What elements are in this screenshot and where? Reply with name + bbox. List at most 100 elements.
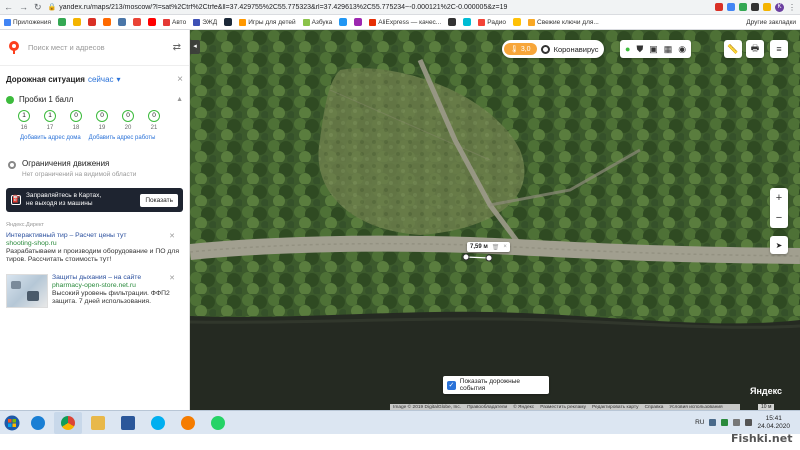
- bookmark-icon[interactable]: [73, 18, 82, 26]
- reload-icon[interactable]: ↻: [34, 2, 42, 13]
- bookmark-azbuka[interactable]: Азбука: [302, 18, 332, 26]
- add-work-link[interactable]: Добавить адрес работы: [89, 135, 156, 141]
- url-field[interactable]: yandex.ru/maps/213/moscow/?l=sat%2Ctrf%2…: [59, 4, 619, 11]
- taskbar-app-skype[interactable]: [144, 412, 172, 434]
- forward-icon[interactable]: →: [19, 2, 28, 13]
- bookmark-icon[interactable]: [118, 18, 127, 26]
- browser-address-bar: ← → ↻ 🔒 yandex.ru/maps/213/moscow/?l=sat…: [0, 0, 800, 15]
- close-icon[interactable]: ×: [177, 74, 183, 85]
- trash-icon[interactable]: 🗑: [492, 244, 500, 251]
- chevron-up-icon[interactable]: ▲: [176, 96, 183, 103]
- menu-control: ≡: [770, 40, 788, 58]
- ad-item[interactable]: Защиты дыхания – на сайте pharmacy-open-…: [0, 264, 189, 308]
- print-button[interactable]: 🖶: [746, 40, 764, 58]
- add-home-link[interactable]: Добавить адрес дома: [20, 135, 81, 141]
- route-icon[interactable]: ⇄: [173, 42, 181, 53]
- bookmark-icon[interactable]: [88, 18, 97, 26]
- bookmark-apps[interactable]: Приложения: [4, 18, 51, 26]
- traffic-layer-icon[interactable]: ●: [625, 44, 630, 54]
- taskbar-app-whatsapp[interactable]: [204, 412, 232, 434]
- extension-icon[interactable]: [727, 3, 735, 11]
- restrictions-section[interactable]: Ограничения движения Нет ограничений на …: [0, 141, 189, 178]
- ad-title[interactable]: Защиты дыхания – на сайте: [52, 274, 183, 281]
- menu-button[interactable]: ≡: [770, 40, 788, 58]
- search-input[interactable]: Поиск мест и адресов: [28, 43, 165, 52]
- tray-icon[interactable]: [721, 419, 729, 426]
- bookmark-kids-games[interactable]: Игры для детей: [239, 18, 296, 26]
- bookmark-icon[interactable]: [103, 18, 112, 26]
- traffic-time-select[interactable]: сейчас: [88, 75, 114, 84]
- traffic-title: Дорожная ситуация: [6, 75, 85, 84]
- windows-logo-icon: [4, 415, 20, 430]
- zoom-in-button[interactable]: +: [776, 192, 782, 204]
- ad-url[interactable]: pharmacy-open-store.net.ru: [52, 282, 183, 289]
- bookmark-icon[interactable]: [448, 18, 457, 26]
- ruler-button[interactable]: 📏: [724, 40, 742, 58]
- weather-button[interactable]: 🌡 3,0: [504, 43, 537, 55]
- keyboard-language[interactable]: RU: [695, 419, 704, 426]
- checkbox[interactable]: ✓: [447, 380, 456, 390]
- bookmarks-bar: Приложения Авто ЭЖД Игры для детей Азбук…: [0, 15, 800, 30]
- extension-icon[interactable]: [715, 3, 723, 11]
- profile-avatar[interactable]: K: [775, 2, 784, 12]
- show-events-label: Показать дорожные события: [459, 378, 520, 392]
- start-button[interactable]: [2, 413, 22, 433]
- bookmark-aliexpress[interactable]: AliExpress — качес...: [369, 18, 441, 26]
- extension-icon[interactable]: [739, 3, 747, 11]
- ads-label: Яндекс.Директ: [6, 222, 44, 228]
- parking-icon[interactable]: ◉: [678, 44, 686, 55]
- extension-icon[interactable]: [763, 3, 771, 11]
- tray-icon[interactable]: [709, 419, 717, 426]
- ad-image[interactable]: [6, 274, 48, 308]
- bookmark-icon[interactable]: [339, 18, 348, 26]
- panorama-icon[interactable]: ⛊: [636, 44, 643, 55]
- bookmark-radio[interactable]: Радио: [478, 18, 506, 26]
- bookmark-keys[interactable]: Свежие ключи для...: [528, 18, 599, 26]
- whatsapp-icon: [211, 415, 225, 430]
- locate-button[interactable]: ➤: [770, 236, 788, 254]
- lock-icon[interactable]: 🔒: [48, 3, 57, 11]
- satellite-map[interactable]: [190, 30, 800, 410]
- close-icon[interactable]: ×: [503, 244, 507, 250]
- ad-url[interactable]: shooting-shop.ru: [6, 240, 183, 247]
- bookmark-icon[interactable]: [463, 18, 472, 26]
- bookmark-icon[interactable]: [354, 18, 363, 26]
- collapse-panel-button[interactable]: ◂: [190, 40, 200, 54]
- extension-icon[interactable]: [751, 3, 759, 11]
- transit-icon[interactable]: ▣: [649, 44, 658, 55]
- weather-icon: 🌡: [510, 46, 519, 53]
- other-bookmarks[interactable]: Другие закладки: [744, 19, 796, 26]
- bus-icon[interactable]: ▦: [664, 44, 673, 55]
- taskbar-app-player[interactable]: [174, 412, 202, 434]
- taskbar-app-chrome[interactable]: [54, 411, 82, 434]
- ad-item[interactable]: Интерактивный тир – Расчет цены тут shoo…: [0, 228, 189, 264]
- bookmark-icon[interactable]: [224, 18, 233, 26]
- bookmark-icon[interactable]: [513, 18, 522, 26]
- traffic-level[interactable]: Пробки 1 балл ▲: [0, 85, 189, 104]
- taskbar-app-explorer[interactable]: [84, 412, 112, 434]
- promo-show-button[interactable]: Показать: [140, 193, 178, 207]
- taskbar-app-word[interactable]: [114, 412, 142, 434]
- bookmark-icon[interactable]: [58, 18, 67, 26]
- yandex-maps-logo[interactable]: [8, 40, 20, 55]
- back-icon[interactable]: ←: [4, 2, 13, 13]
- menu-icon[interactable]: ⋮: [788, 3, 796, 12]
- chevron-down-icon[interactable]: ▾: [117, 75, 121, 84]
- close-icon[interactable]: ✕: [169, 232, 175, 240]
- clock[interactable]: 15:41 24.04.2020: [757, 415, 790, 431]
- zoom-out-button[interactable]: −: [776, 212, 782, 224]
- bookmark-icon[interactable]: [133, 18, 142, 26]
- network-icon[interactable]: [733, 419, 741, 426]
- ad-title[interactable]: Интерактивный тир – Расчет цены тут: [6, 232, 183, 239]
- bookmark-icon[interactable]: [148, 18, 157, 26]
- covid-link[interactable]: Коронавирус: [554, 45, 599, 54]
- taskbar-app-messenger[interactable]: [24, 412, 52, 434]
- show-events-toggle[interactable]: ✓ Показать дорожные события: [443, 376, 549, 394]
- close-icon[interactable]: ✕: [169, 274, 175, 282]
- word-icon: [121, 415, 135, 430]
- bookmark-ezhd[interactable]: ЭЖД: [193, 18, 217, 26]
- bookmark-auto[interactable]: Авто: [163, 18, 186, 26]
- volume-icon[interactable]: [745, 419, 753, 426]
- forecast-item: 1 16: [18, 110, 30, 131]
- promo-text: Заправляйтесь в Картах, не выходя из маш…: [26, 192, 102, 207]
